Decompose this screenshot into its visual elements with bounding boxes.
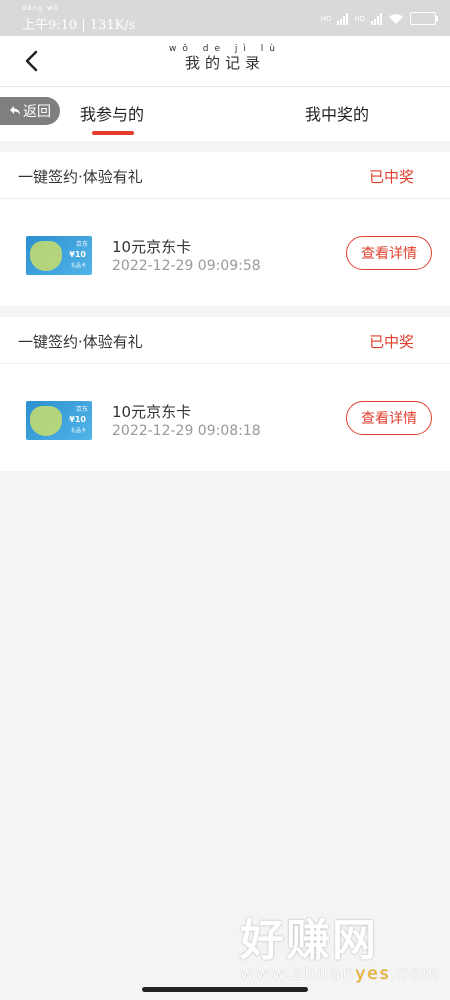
watermark-url-c: .com	[390, 964, 441, 984]
status-badge: 已中奖	[368, 333, 414, 351]
wifi-icon	[389, 13, 403, 24]
watermark-url-b: yes	[355, 964, 391, 984]
watermark: 好赚网 www.zhuanyes.com	[240, 915, 440, 985]
status-pinyin: dàng wǔ	[22, 4, 59, 12]
prize-name: 10元京东卡	[112, 238, 192, 256]
jd-gift-card-image: 京东 ¥10 礼品卡	[26, 236, 92, 275]
active-tab-indicator	[92, 131, 134, 135]
record-card: 一键签约·体验有礼 已中奖 京东 ¥10 礼品卡 10元京东卡 2022-12-…	[0, 317, 450, 471]
activity-name: 一键签约·体验有礼	[18, 168, 143, 186]
page-title-pinyin: wǒ de jì lù	[169, 44, 281, 54]
watermark-url: www.zhuanyes.com	[240, 964, 440, 984]
jd-gift-card-image: 京东 ¥10 礼品卡	[26, 401, 92, 440]
page-title: 我的记录	[184, 54, 265, 72]
home-indicator[interactable]	[142, 987, 308, 992]
record-card: 一键签约·体验有礼 已中奖 京东 ¥10 礼品卡 10元京东卡 2022-12-…	[0, 152, 450, 306]
status-time: 上午9:10 | 131K/s	[22, 18, 136, 33]
return-label: 返回	[23, 104, 51, 120]
card-subtitle: 礼品卡	[70, 263, 86, 269]
signal-icon	[337, 12, 349, 25]
page-title-wrap: wǒ de jì lù 我的记录	[0, 44, 450, 72]
tab-participated[interactable]: 我参与的	[80, 101, 144, 125]
status-bar: dàng wǔ 上午9:10 | 131K/s HD HD	[0, 0, 450, 36]
view-details-button[interactable]: 查看详情	[346, 236, 432, 270]
card-value: ¥10	[69, 250, 86, 259]
header: wǒ de jì lù 我的记录	[0, 36, 450, 87]
watermark-url-a: www.zhuan	[240, 964, 356, 984]
card-value: ¥10	[69, 415, 86, 424]
record-card-body: 京东 ¥10 礼品卡 10元京东卡 2022-12-29 09:09:58 查看…	[0, 199, 450, 306]
tab-bar: 返回 我参与的 我中奖的	[0, 87, 450, 141]
record-card-header: 一键签约·体验有礼 已中奖	[0, 317, 450, 364]
network-type-label: HD	[320, 14, 332, 23]
heart-graphic	[30, 241, 62, 271]
battery-icon	[410, 12, 438, 25]
record-card-body: 京东 ¥10 礼品卡 10元京东卡 2022-12-29 09:08:18 查看…	[0, 364, 450, 471]
status-icons: HD HD	[320, 12, 438, 25]
heart-graphic	[30, 406, 62, 436]
prize-name: 10元京东卡	[112, 403, 192, 421]
card-logo: 京东	[75, 406, 88, 413]
watermark-text: 好赚网	[240, 915, 378, 966]
network-type-label-2: HD	[354, 14, 365, 23]
prize-time: 2022-12-29 09:09:58	[112, 258, 261, 274]
view-details-button[interactable]: 查看详情	[346, 401, 432, 435]
tab-won[interactable]: 我中奖的	[305, 101, 369, 125]
return-icon	[10, 106, 20, 115]
activity-name: 一键签约·体验有礼	[18, 333, 143, 351]
prize-time: 2022-12-29 09:08:18	[112, 423, 261, 439]
signal-icon-2	[371, 12, 382, 25]
card-logo: 京东	[75, 241, 88, 248]
record-card-header: 一键签约·体验有礼 已中奖	[0, 152, 450, 199]
return-button[interactable]: 返回	[0, 97, 60, 125]
card-subtitle: 礼品卡	[70, 428, 86, 434]
status-badge: 已中奖	[368, 168, 414, 186]
